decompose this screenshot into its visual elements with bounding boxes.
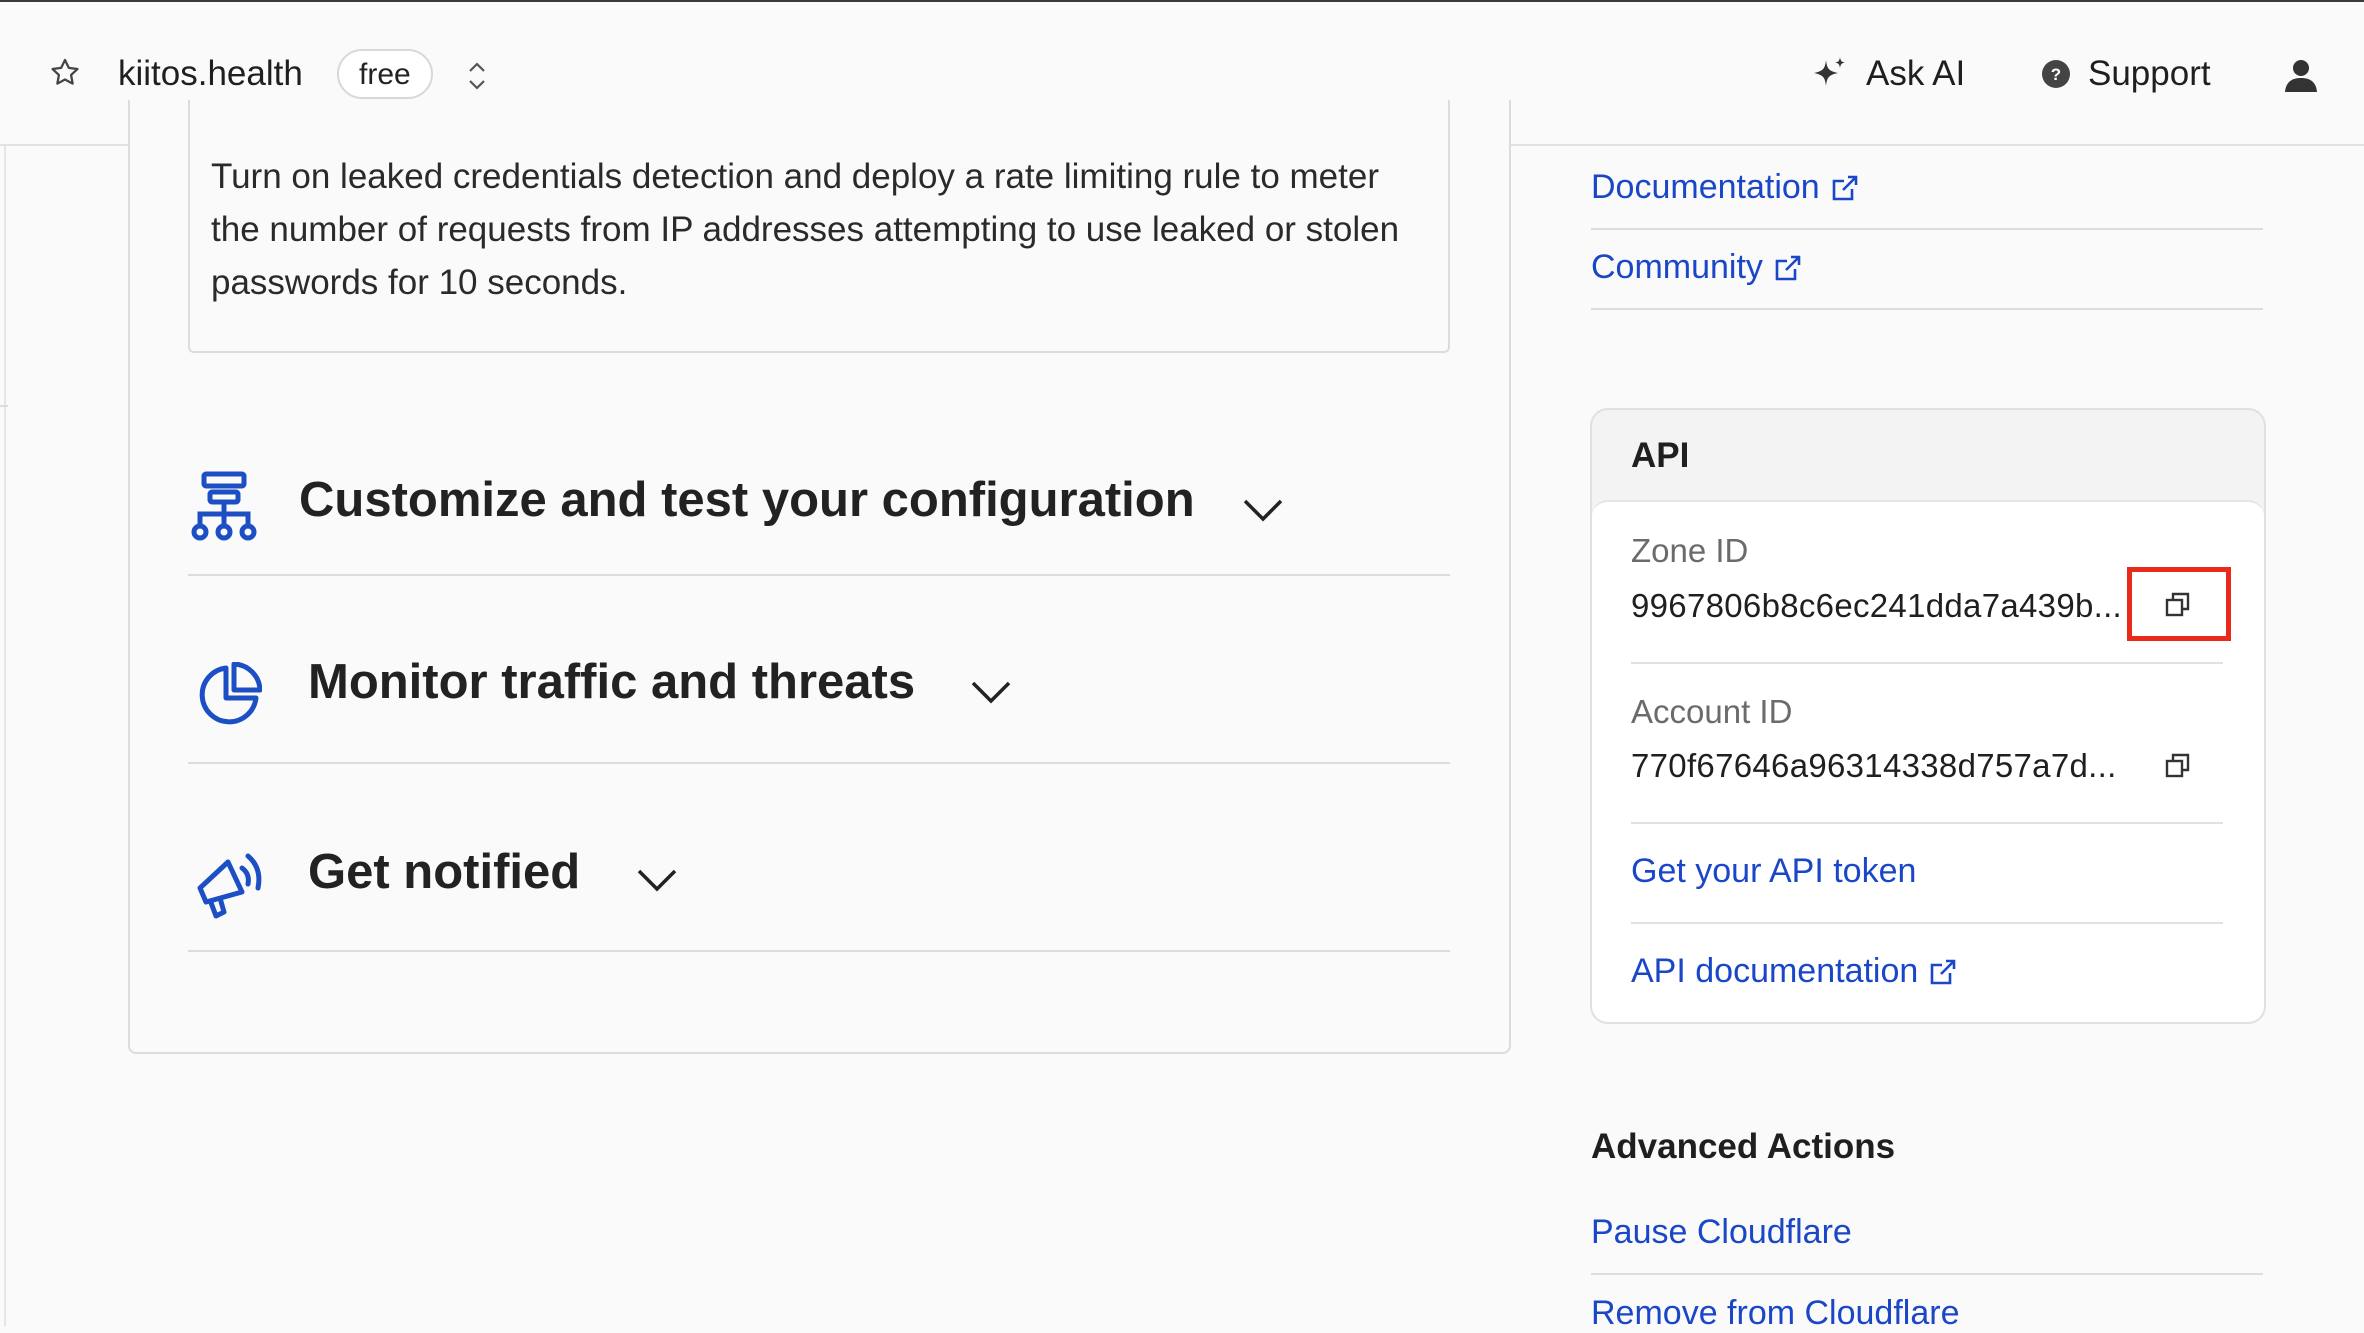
chevron-down-icon [971,681,1011,704]
get-api-token-link[interactable]: Get your API token [1631,852,1916,891]
description-text: Turn on leaked credentials detection and… [211,157,1400,302]
chevron-down-icon [637,869,677,892]
api-title: API [1631,436,1690,475]
section-notify[interactable]: Get notified [188,764,1450,952]
pause-cloudflare-link[interactable]: Pause Cloudflare [1591,1213,1852,1252]
support-button[interactable]: ? Support [2040,46,2211,102]
documentation-label: Documentation [1591,168,1820,206]
documentation-row: Documentation [1591,150,2263,230]
account-id-value[interactable]: 770f67646a96314338d757a7d... [1631,747,2117,785]
pie-chart-icon [199,662,262,725]
remove-from-cloudflare-link[interactable]: Remove from Cloudflare [1591,1294,1959,1333]
support-label: Support [2088,54,2211,93]
section-customize[interactable]: Customize and test your configuration [188,430,1450,576]
api-documentation-label: API documentation [1631,952,1919,990]
svg-text:?: ? [2051,65,2061,84]
api-divider [1631,922,2223,924]
sitemap-icon [191,471,257,541]
api-documentation-link[interactable]: API documentation [1631,952,1958,991]
account-id-label: Account ID [1631,693,1793,730]
star-icon[interactable] [48,56,82,90]
community-row: Community [1591,230,2263,310]
external-link-icon [1930,959,1956,984]
zone-id-label: Zone ID [1631,532,1749,569]
zone-name[interactable]: kiitos.health [118,52,303,96]
community-label: Community [1591,248,1763,286]
external-link-icon [1832,175,1857,200]
api-divider [1631,662,2223,664]
plan-badge: free [337,49,433,99]
left-sidebar-tick [0,405,8,407]
documentation-link[interactable]: Documentation [1591,168,1860,207]
ask-ai-button[interactable]: Ask AI [1810,46,1965,102]
help-circle-icon: ? [2042,60,2070,88]
community-link[interactable]: Community [1591,248,1803,287]
section-title: Get notified [308,845,581,899]
section-monitor[interactable]: Monitor traffic and threats [188,576,1450,764]
sparkle-icon [1814,57,1845,86]
ask-ai-label: Ask AI [1866,54,1966,93]
chevron-down-icon [1243,499,1283,522]
advanced-actions-title: Advanced Actions [1591,1127,1896,1166]
zone-switcher-icon[interactable] [464,56,490,96]
pause-row: Pause Cloudflare [1591,1195,2263,1275]
copy-account-id-button[interactable] [2158,746,2198,786]
section-title: Customize and test your configuration [299,473,1195,527]
left-sidebar-edge [0,146,6,1326]
user-icon[interactable] [2282,56,2320,94]
zone-id-value[interactable]: 9967806b8c6ec241dda7a439b... [1631,587,2122,625]
section-title: Monitor traffic and threats [308,655,916,709]
api-divider [1631,822,2223,824]
copy-icon [2165,753,2190,778]
external-link-icon [1775,255,1801,280]
megaphone-icon [197,853,262,919]
highlight-box [2127,567,2231,641]
